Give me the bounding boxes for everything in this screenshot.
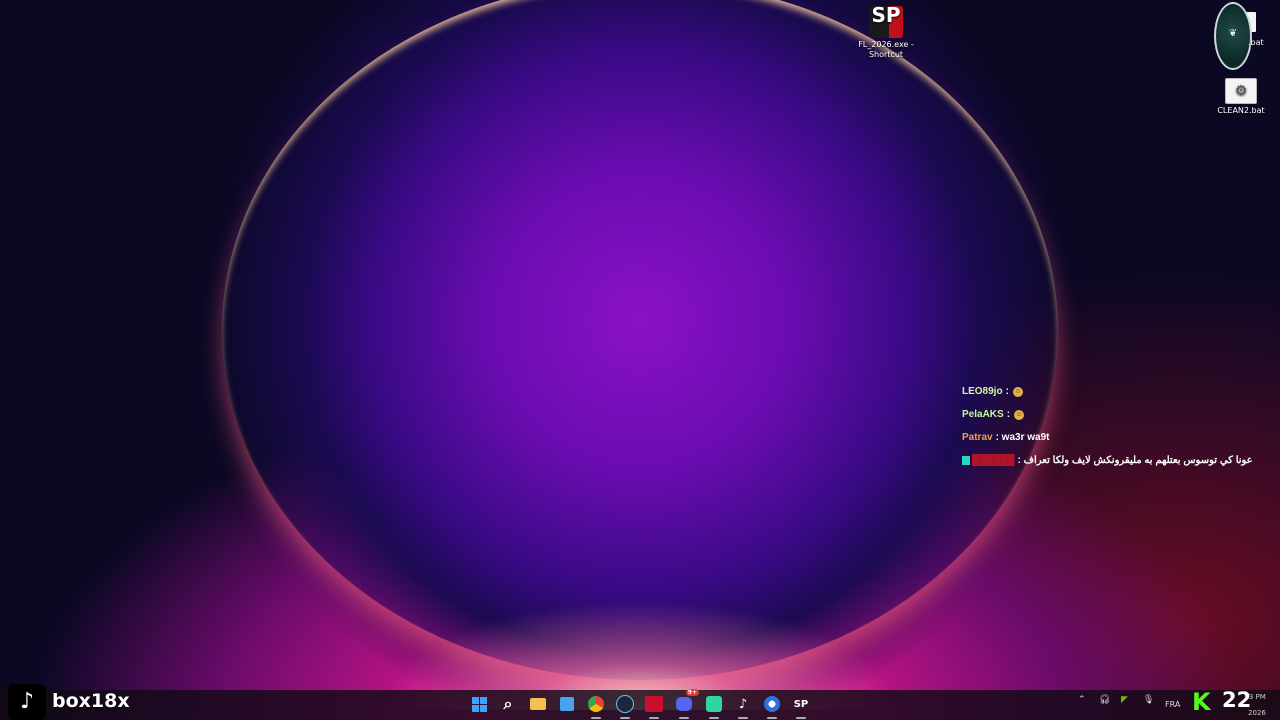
app-green-button[interactable] bbox=[703, 693, 725, 719]
fl-shortcut-label-line2: Shortcut bbox=[868, 50, 904, 59]
tiktok-icon: ♪ bbox=[738, 696, 748, 712]
store-icon bbox=[560, 697, 574, 711]
stream-handle: box18x bbox=[52, 690, 130, 712]
tiktok-logo-icon: ♪ bbox=[8, 684, 46, 720]
headset-icon[interactable]: 🎧︎ bbox=[1099, 695, 1110, 705]
subscriber-badge-icon bbox=[962, 456, 970, 465]
chat-message: LEO89jo : ☺ bbox=[962, 380, 1253, 403]
language-indicator[interactable]: FRA bbox=[1165, 700, 1180, 709]
search-button[interactable]: ⌕ bbox=[497, 693, 519, 715]
stream-chat-overlay: LEO89jo : ☺ PelaAKS : ☺ Patrav : wa3r wa… bbox=[962, 380, 1253, 472]
chrome-button[interactable] bbox=[585, 693, 607, 719]
kick-viewer-count: 22 bbox=[1222, 688, 1252, 712]
chat-message: ██████ : عونا كي توسوس بعتلهم به مليقرون… bbox=[962, 449, 1253, 472]
face-emoji-icon: ☺ bbox=[1014, 409, 1025, 420]
taskbar bbox=[0, 690, 1280, 720]
windows-icon bbox=[471, 696, 487, 712]
clean2-bat-label: CLEAN2.bat bbox=[1217, 106, 1265, 115]
sp-app-button[interactable]: SP bbox=[790, 693, 812, 719]
voicemeeter-icon bbox=[645, 696, 663, 712]
chat-text: : bbox=[1006, 409, 1011, 420]
nvidia-icon[interactable]: ◤ bbox=[1121, 695, 1128, 705]
steam-icon bbox=[616, 695, 634, 713]
fl-shortcut-icon[interactable]: SP FL_2026.exe - Shortcut bbox=[851, 5, 921, 60]
clock-date: 2026 bbox=[1248, 709, 1266, 717]
clean2-bat-icon[interactable]: ⚙ CLEAN2.bat bbox=[1206, 78, 1276, 116]
chat-username-redacted: ██████ bbox=[972, 455, 1015, 466]
chat-message: PelaAKS : ☺ bbox=[962, 403, 1253, 426]
gear-icon: ⚙ bbox=[1225, 78, 1257, 104]
chevron-up-icon[interactable]: ⌃ bbox=[1078, 695, 1086, 705]
chat-username: LEO89jo bbox=[962, 386, 1003, 397]
chat-text: : عونا كي توسوس بعتلهم به مليقرونكش لايف… bbox=[1017, 455, 1253, 466]
tiktok-button[interactable]: ♪ bbox=[732, 693, 754, 719]
system-clock[interactable]: 3 PM 2026 bbox=[1248, 692, 1266, 718]
crest-emblem-icon[interactable]: ❦ bbox=[1214, 2, 1252, 70]
kick-logo-icon: K bbox=[1192, 688, 1211, 716]
chat-text: : bbox=[1005, 386, 1009, 397]
microsoft-store-button[interactable] bbox=[556, 693, 578, 715]
chat-message: Patrav : wa3r wa9t bbox=[962, 426, 1253, 449]
search-icon: ⌕ bbox=[503, 694, 513, 713]
folder-icon bbox=[530, 698, 546, 710]
bat-file-label: .bat bbox=[1248, 38, 1264, 47]
fl-shortcut-label-line1: FL_2026.exe - bbox=[858, 40, 914, 49]
microphone-icon[interactable]: 🎙︎ bbox=[1143, 695, 1154, 705]
browser-icon bbox=[764, 696, 780, 712]
chat-username: Patrav bbox=[962, 432, 993, 443]
discord-icon bbox=[676, 697, 692, 711]
voicemeeter-button[interactable] bbox=[643, 693, 665, 719]
chat-text: : wa3r wa9t bbox=[995, 432, 1050, 443]
discord-button[interactable]: 9+ bbox=[673, 689, 699, 719]
chrome-icon bbox=[588, 696, 604, 712]
sp-icon: SP bbox=[793, 698, 809, 710]
app-icon bbox=[706, 696, 722, 712]
steam-button[interactable] bbox=[614, 693, 636, 719]
clock-time: 3 PM bbox=[1248, 693, 1266, 701]
file-explorer-button[interactable] bbox=[527, 693, 549, 715]
browser-blue-button[interactable] bbox=[761, 693, 783, 719]
face-emoji-icon: ☺ bbox=[1012, 386, 1023, 397]
start-button[interactable] bbox=[468, 693, 490, 715]
sp-app-icon: SP bbox=[869, 5, 903, 38]
chat-username: PelaAKS bbox=[962, 409, 1004, 420]
notification-badge: 9+ bbox=[685, 689, 699, 696]
